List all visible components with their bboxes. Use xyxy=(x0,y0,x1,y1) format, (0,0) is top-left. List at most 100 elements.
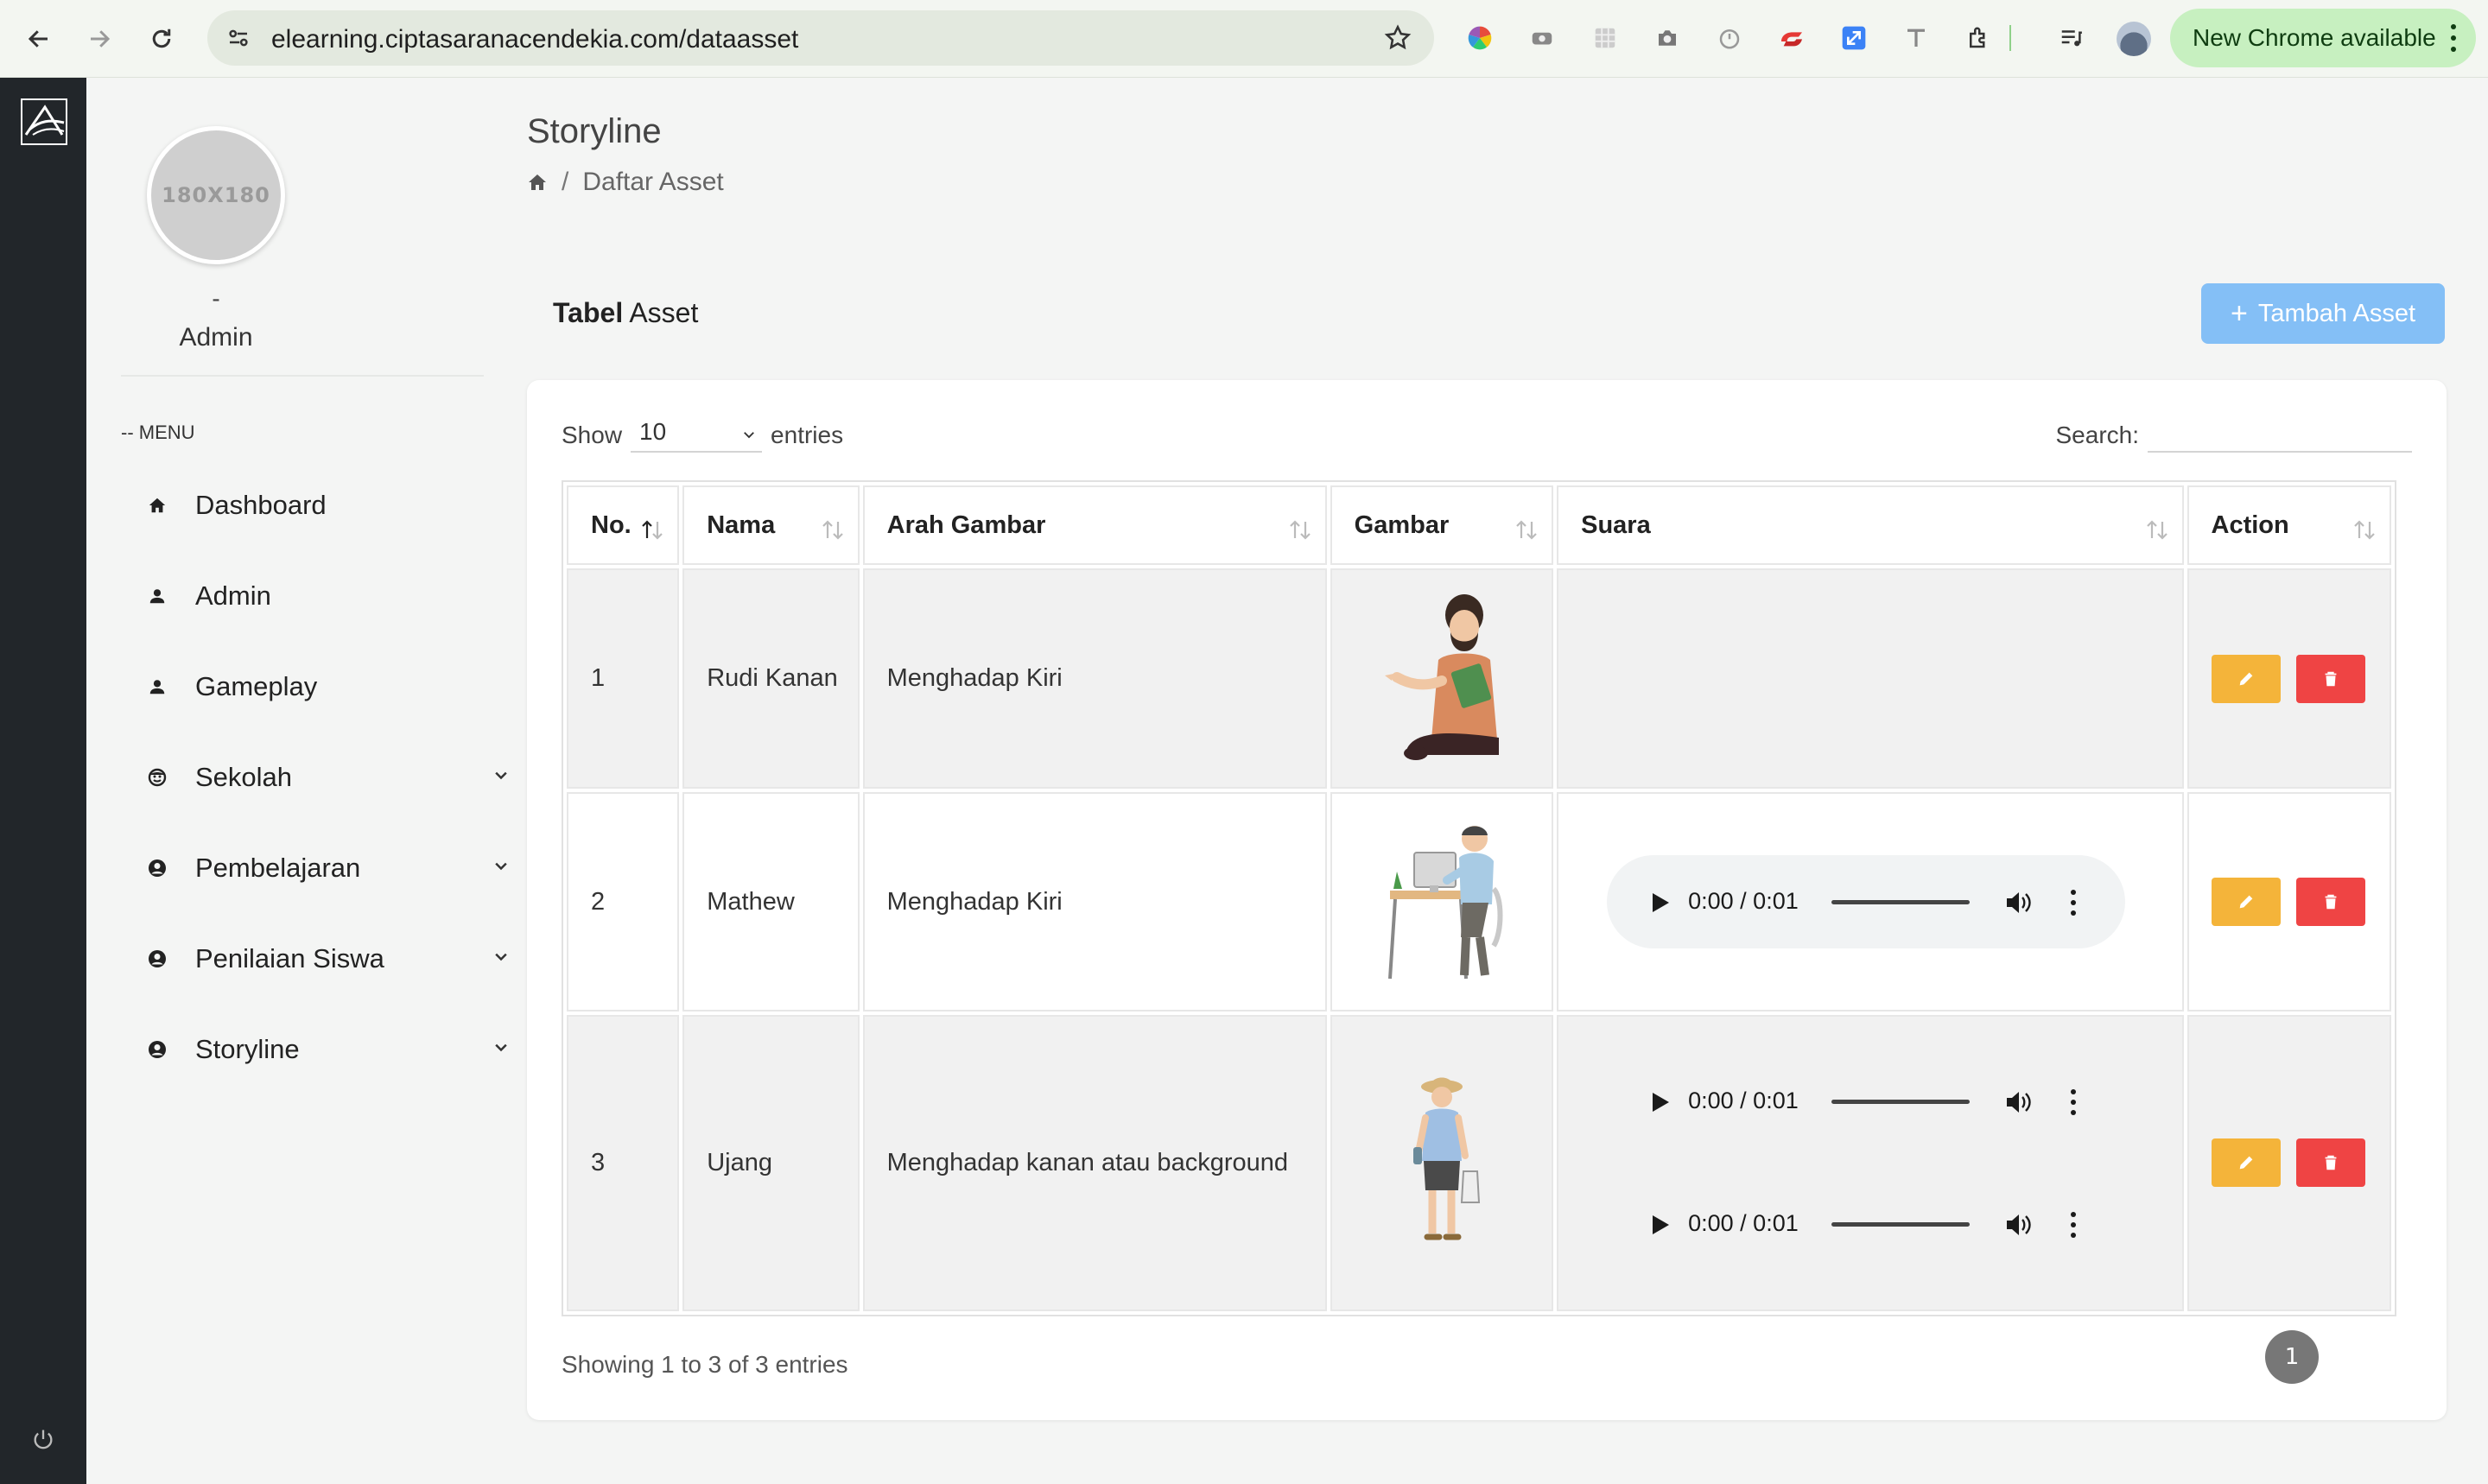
resize-extension-icon[interactable] xyxy=(1837,21,1871,55)
sidebar-item-pembelajaran[interactable]: Pembelajaran xyxy=(147,842,544,894)
play-icon[interactable] xyxy=(1650,1091,1671,1113)
app-logo[interactable] xyxy=(21,98,67,145)
edit-button[interactable] xyxy=(2211,1138,2281,1188)
column-label: Action xyxy=(2211,511,2289,539)
add-asset-label: Tambah Asset xyxy=(2257,299,2415,327)
red-extension-icon[interactable] xyxy=(1774,21,1809,55)
cell-nama: Rudi Kanan xyxy=(682,568,860,790)
volume-icon[interactable] xyxy=(2004,890,2032,916)
volume-icon[interactable] xyxy=(2004,1212,2032,1238)
asset-table: No. Nama Arah Gambar Gambar Suara Action… xyxy=(562,480,2396,1316)
trash-icon xyxy=(2325,894,2336,910)
camera-extension-icon[interactable] xyxy=(1650,21,1685,55)
chrome-menu-icon[interactable] xyxy=(2450,24,2457,52)
sidebar-item-gameplay[interactable]: Gameplay xyxy=(147,661,544,713)
column-header-no[interactable]: No. xyxy=(567,485,680,565)
cell-gambar xyxy=(1330,792,1554,1012)
chrome-profile-avatar[interactable] xyxy=(2117,22,2151,56)
cell-action xyxy=(2187,568,2391,790)
pagination-page-1[interactable]: 1 xyxy=(2265,1330,2319,1384)
search-input[interactable] xyxy=(2148,418,2412,453)
column-label: No. xyxy=(591,511,632,539)
audio-progress-track[interactable] xyxy=(1831,1222,1971,1227)
section-title-bold: Tabel xyxy=(553,297,624,328)
sidebar-item-storyline[interactable]: Storyline xyxy=(147,1024,544,1075)
audio-progress-track[interactable] xyxy=(1831,900,1971,905)
breadcrumb-current: Daftar Asset xyxy=(582,168,724,196)
browser-toolbar: elearning.ciptasaranacendekia.com/dataas… xyxy=(0,0,2488,78)
edit-button[interactable] xyxy=(2211,878,2281,927)
character-at-desk-image xyxy=(1387,826,1503,980)
chevron-down-icon xyxy=(495,771,507,780)
home-icon xyxy=(147,495,168,516)
column-header-suara[interactable]: Suara xyxy=(1557,485,2184,565)
section-title: Tabel Asset xyxy=(553,297,698,329)
chevron-down-icon xyxy=(495,1043,507,1052)
sidebar-item-label: Dashboard xyxy=(195,490,327,520)
cell-no: 2 xyxy=(567,792,680,1012)
timer-extension-icon[interactable] xyxy=(1712,21,1747,55)
audio-progress-track[interactable] xyxy=(1831,1100,1971,1105)
column-header-arah-gambar[interactable]: Arah Gambar xyxy=(862,485,1327,565)
reload-icon[interactable] xyxy=(140,17,183,60)
audio-player[interactable]: 0:00 / 0:01 xyxy=(1607,855,2126,949)
sidebar-item-admin[interactable]: Admin xyxy=(147,570,544,622)
sidebar: 180X180 - Admin -- MENU Dashboard Admin … xyxy=(86,78,527,1484)
back-icon[interactable] xyxy=(17,17,60,60)
delete-button[interactable] xyxy=(2295,878,2365,927)
sidebar-item-sekolah[interactable]: Sekolah xyxy=(147,752,544,803)
user-icon xyxy=(147,586,168,606)
user-circle-icon xyxy=(147,1039,168,1060)
bookmark-star-icon[interactable] xyxy=(1380,21,1415,55)
screen-extension-icon[interactable] xyxy=(1525,21,1559,55)
home-icon[interactable] xyxy=(527,172,548,193)
font-extension-icon[interactable] xyxy=(1899,21,1933,55)
media-queue-icon[interactable] xyxy=(2054,21,2089,55)
play-icon[interactable] xyxy=(1650,1214,1671,1236)
forward-icon[interactable] xyxy=(78,17,121,60)
column-header-nama[interactable]: Nama xyxy=(682,485,860,565)
address-bar[interactable]: elearning.ciptasaranacendekia.com/dataas… xyxy=(207,10,1434,66)
user-icon xyxy=(147,676,168,697)
color-wheel-extension-icon[interactable] xyxy=(1463,21,1497,55)
site-settings-icon[interactable] xyxy=(223,22,254,54)
sidebar-item-label: Storyline xyxy=(195,1034,300,1064)
column-label: Suara xyxy=(1581,511,1651,539)
new-chrome-button[interactable]: New Chrome available xyxy=(2170,9,2476,67)
sidebar-item-dashboard[interactable]: Dashboard xyxy=(147,479,544,531)
sidebar-item-penilaian-siswa[interactable]: Penilaian Siswa xyxy=(147,933,544,985)
table-row: 3 Ujang Menghadap kanan atau background xyxy=(567,1014,2391,1311)
entries-value: 10 xyxy=(639,418,667,445)
volume-icon[interactable] xyxy=(2004,1089,2032,1115)
audio-more-icon[interactable] xyxy=(2070,890,2077,916)
audio-player[interactable]: 0:00 / 0:01 xyxy=(1607,1177,2125,1271)
cell-action xyxy=(2187,1014,2391,1311)
entries-label: entries xyxy=(771,422,844,448)
add-asset-button[interactable]: + Tambah Asset xyxy=(2201,283,2445,344)
breadcrumb-separator: / xyxy=(562,168,569,196)
edit-button[interactable] xyxy=(2211,654,2281,703)
column-header-gambar[interactable]: Gambar xyxy=(1330,485,1554,565)
entries-select[interactable]: 10 xyxy=(631,418,763,453)
column-header-action[interactable]: Action xyxy=(2187,485,2391,565)
play-icon[interactable] xyxy=(1650,891,1671,914)
cell-nama: Mathew xyxy=(682,792,860,1012)
delete-button[interactable] xyxy=(2295,1138,2365,1188)
user-circle-icon xyxy=(147,858,168,878)
grid-extension-icon[interactable] xyxy=(1588,21,1622,55)
audio-player[interactable]: 0:00 / 0:01 xyxy=(1607,1055,2125,1148)
table-row: 2 Mathew Menghadap Kiri 0:00 / 0:01 xyxy=(567,792,2391,1012)
audio-more-icon[interactable] xyxy=(2070,1089,2077,1116)
search-label: Search: xyxy=(2055,422,2140,448)
sort-icon xyxy=(822,520,843,540)
audio-more-icon[interactable] xyxy=(2070,1212,2077,1239)
breadcrumb: / Daftar Asset xyxy=(527,168,724,197)
power-icon[interactable] xyxy=(31,1427,55,1451)
table-row: 1 Rudi Kanan Menghadap Kiri xyxy=(567,568,2391,790)
extensions-puzzle-icon[interactable] xyxy=(1961,21,1996,55)
sidebar-item-label: Sekolah xyxy=(195,762,293,792)
character-reading-image xyxy=(1384,593,1499,760)
cell-arah-gambar: Menghadap kanan atau background xyxy=(862,1014,1327,1311)
new-chrome-label: New Chrome available xyxy=(2193,24,2436,51)
delete-button[interactable] xyxy=(2295,654,2365,703)
